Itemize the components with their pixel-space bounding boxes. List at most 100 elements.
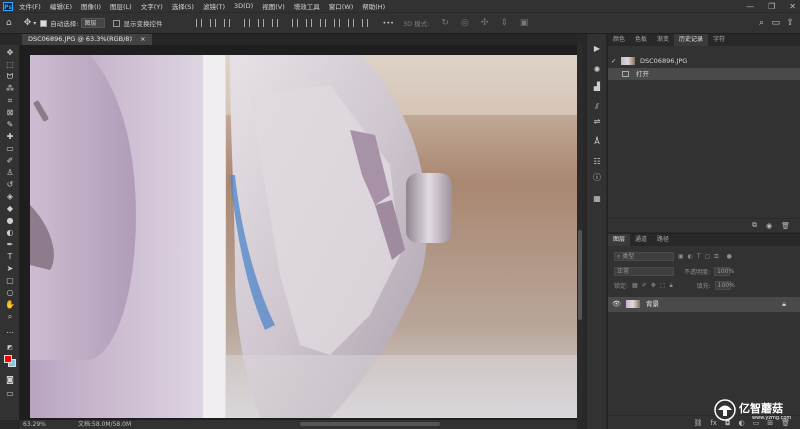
filter-type-icon[interactable]: T (697, 253, 701, 260)
align-bottom-icon[interactable] (272, 19, 279, 27)
show-transform-checkbox[interactable] (113, 19, 121, 27)
trash-icon[interactable]: 🗑 (781, 222, 790, 230)
link-layers-icon[interactable]: ⛓ (693, 419, 702, 427)
eyedropper-tool-icon[interactable]: ✎ (4, 120, 16, 129)
hand-tool-icon[interactable]: ✋ (4, 300, 16, 309)
3d-orbit-icon[interactable]: ↻ (441, 18, 449, 28)
more-options-button[interactable]: ••• (382, 19, 394, 27)
paint-bucket-tool-icon[interactable]: ◆ (4, 204, 16, 213)
properties-icon[interactable]: ☷ (591, 157, 603, 167)
distribute-left-icon[interactable] (292, 19, 299, 27)
marquee-tool-icon[interactable]: ⬚ (4, 60, 16, 69)
3d-pan-icon[interactable]: ✣ (481, 18, 489, 28)
close-window-button[interactable]: ✕ (789, 2, 796, 11)
tab-color[interactable]: 颜色 (608, 34, 630, 46)
menu-view[interactable]: 视图(V) (262, 1, 285, 11)
history-step[interactable]: 打开 (608, 68, 800, 80)
histogram-icon[interactable]: ▟ (591, 82, 603, 92)
filter-shape-icon[interactable]: ▢ (705, 253, 711, 260)
fill-input[interactable]: 100% (714, 281, 735, 290)
menu-plugins[interactable]: 增效工具 (294, 1, 320, 11)
vertical-scroll-thumb[interactable] (578, 230, 582, 320)
lock-all-icon[interactable]: 🔒︎ (669, 282, 672, 290)
home-icon[interactable]: ⌂ (6, 18, 12, 28)
menu-help[interactable]: 帮助(H) (362, 1, 385, 11)
tab-history[interactable]: 历史记录 (674, 34, 709, 46)
pen-tool-icon[interactable]: ✒ (4, 240, 16, 249)
canvas-area[interactable] (20, 45, 577, 420)
menu-select[interactable]: 选择(S) (172, 1, 194, 11)
screen-mode-icon[interactable]: ▭ (4, 389, 16, 398)
blur-tool-icon[interactable]: ● (4, 216, 16, 225)
type-tool-icon[interactable]: T (4, 252, 16, 261)
zoom-level[interactable]: 63.29% (23, 420, 46, 429)
grid-icon[interactable]: ▦ (591, 194, 603, 204)
tab-character[interactable]: 字符 (708, 34, 730, 46)
tab-swatches[interactable]: 色板 (630, 34, 652, 46)
menu-3d[interactable]: 3D(D) (234, 2, 253, 10)
adjustments-icon[interactable]: ⇌ (591, 117, 603, 127)
default-colors-icon[interactable]: ◩ (4, 343, 16, 352)
3d-scale-icon[interactable]: ▣ (520, 18, 529, 28)
minimize-button[interactable]: — (746, 2, 754, 11)
more-tools-icon[interactable]: ⋯ (4, 328, 16, 337)
align-left-icon[interactable] (196, 19, 203, 27)
quick-mask-icon[interactable]: ◙ (4, 375, 16, 384)
vertical-scrollbar[interactable] (577, 45, 583, 420)
clone-stamp-tool-icon[interactable]: ♙ (4, 168, 16, 177)
layer-filter-select[interactable]: ⌕ 类型 (614, 252, 674, 261)
dodge-tool-icon[interactable]: ◐ (4, 228, 16, 237)
document-tab[interactable]: DSC06896.JPG @ 63.3%(RGB/8) × (22, 34, 152, 45)
lock-position-icon[interactable]: ✥ (651, 282, 656, 289)
filter-smart-icon[interactable]: ⧉ (714, 253, 718, 261)
blend-mode-select[interactable]: 正常 (614, 267, 674, 276)
filter-toggle-icon[interactable]: ● (727, 253, 732, 260)
magic-wand-tool-icon[interactable]: ⁂ (4, 84, 16, 93)
lock-image-icon[interactable]: ✐ (642, 282, 647, 289)
3d-slide-icon[interactable]: ⇕ (500, 18, 508, 28)
distribute-middle-icon[interactable] (348, 19, 355, 27)
menu-type[interactable]: 文字(Y) (141, 1, 163, 11)
menu-layer[interactable]: 图层(L) (110, 1, 132, 11)
menu-file[interactable]: 文件(F) (19, 1, 41, 11)
document-image[interactable] (30, 55, 577, 418)
history-snapshot[interactable]: ✓ DSC06896.JPG (608, 55, 800, 67)
horizontal-scroll-thumb[interactable] (300, 422, 440, 426)
layer-row-background[interactable]: 👁︎ 背景 🔒︎ (608, 297, 800, 312)
tab-gradients[interactable]: 渐变 (652, 34, 674, 46)
eraser-tool-icon[interactable]: ▭ (4, 144, 16, 153)
align-right-icon[interactable] (224, 19, 231, 27)
tab-layers[interactable]: 图层 (608, 234, 631, 246)
distribute-right-icon[interactable] (320, 19, 327, 27)
restore-button[interactable]: ❐ (768, 2, 775, 11)
workspace-icon[interactable]: ▭ (771, 18, 780, 28)
align-center-icon[interactable] (210, 19, 217, 27)
align-middle-icon[interactable] (258, 19, 265, 27)
color-wheel-icon[interactable]: ✺ (591, 65, 603, 75)
new-document-from-state-icon[interactable]: ⧉ (752, 221, 757, 230)
tab-channels[interactable]: 通道 (630, 234, 652, 246)
3d-roll-icon[interactable]: ◎ (461, 18, 469, 28)
info-icon[interactable]: ⓘ (591, 173, 603, 183)
distribute-center-icon[interactable] (306, 19, 313, 27)
camera-icon[interactable]: ◉ (766, 222, 772, 230)
menu-filter[interactable]: 滤镜(T) (203, 1, 225, 11)
play-icon[interactable]: ▶ (591, 44, 603, 54)
menu-image[interactable]: 图像(I) (81, 1, 101, 11)
move-tool-icon[interactable]: ✥ (24, 18, 32, 28)
opacity-input[interactable]: 100% (714, 267, 734, 276)
crop-tool-icon[interactable]: ⌗ (4, 96, 16, 105)
auto-select-checkbox[interactable] (40, 19, 48, 27)
distribute-top-icon[interactable] (334, 19, 341, 27)
lasso-tool-icon[interactable]: ᗢ (4, 72, 16, 81)
menu-edit[interactable]: 编辑(E) (50, 1, 72, 11)
menu-window[interactable]: 窗口(W) (329, 1, 354, 11)
distribute-bottom-icon[interactable] (362, 19, 369, 27)
auto-select-dropdown[interactable]: 图层 (81, 18, 106, 28)
align-top-icon[interactable] (244, 19, 251, 27)
brush-tool-icon[interactable]: ✐ (4, 156, 16, 165)
history-brush-tool-icon[interactable]: ↺ (4, 180, 16, 189)
chevron-down-icon[interactable]: ▾ (33, 20, 36, 27)
lock-artboard-icon[interactable]: ⬚ (660, 282, 666, 289)
healing-brush-tool-icon[interactable]: ✚ (4, 132, 16, 141)
